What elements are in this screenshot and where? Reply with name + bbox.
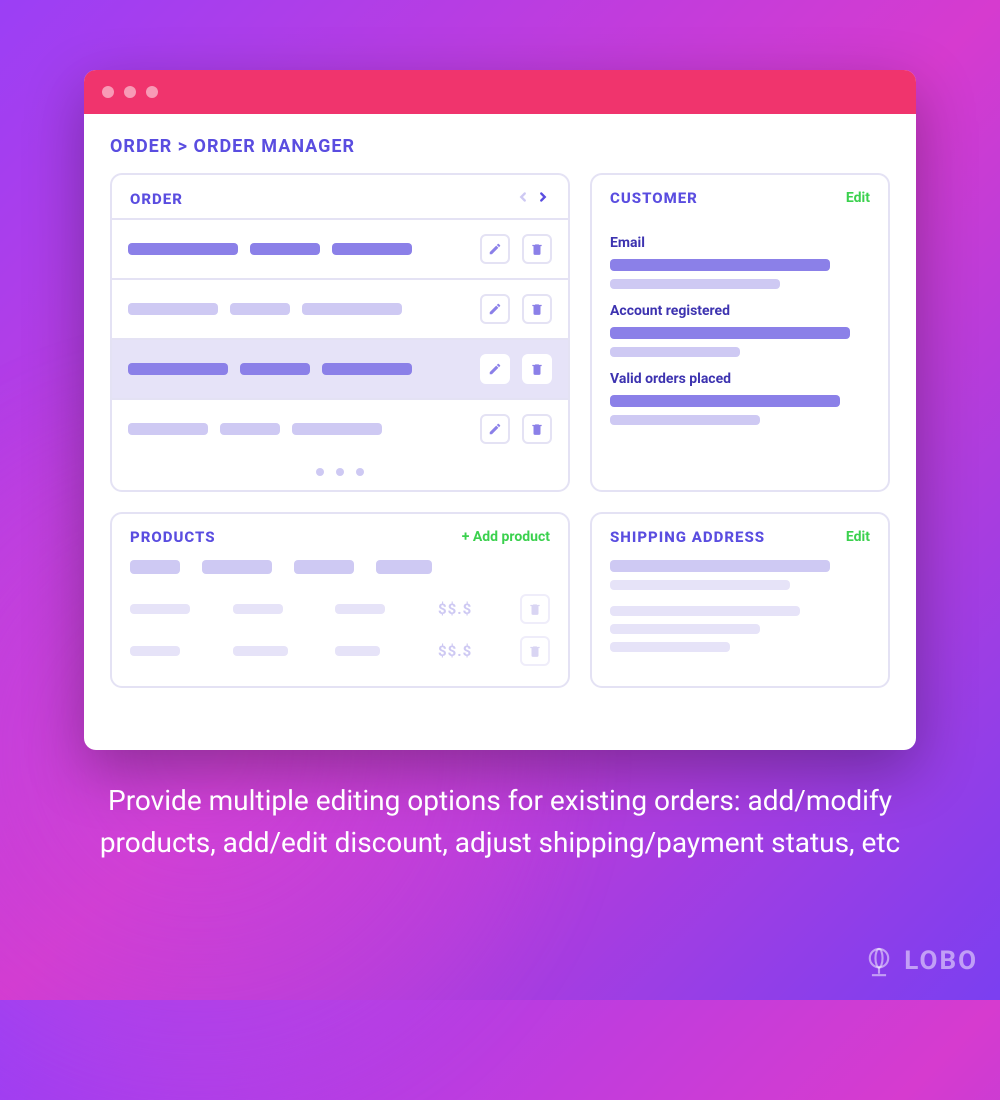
pager-dot[interactable] (356, 468, 364, 476)
pager-dot[interactable] (316, 468, 324, 476)
placeholder-bar (302, 303, 402, 315)
placeholder-bar (130, 646, 180, 656)
order-row[interactable] (112, 218, 568, 278)
breadcrumb: ORDER > ORDER MANAGER (84, 114, 916, 173)
product-row: $$.$ (130, 588, 550, 630)
placeholder-bar (128, 303, 218, 315)
placeholder-bar (332, 243, 412, 255)
placeholder-bar (240, 363, 310, 375)
order-row[interactable] (112, 278, 568, 338)
delete-row-button[interactable] (522, 414, 552, 444)
app-window: ORDER > ORDER MANAGER ORDER (84, 70, 916, 750)
placeholder-bar (130, 560, 180, 574)
shipping-card: SHIPPING ADDRESS Edit (590, 512, 890, 688)
placeholder-bar (233, 646, 288, 656)
window-dot (124, 86, 136, 98)
placeholder-bar (250, 243, 320, 255)
order-title: ORDER (130, 190, 183, 208)
customer-account-label: Account registered (610, 303, 870, 319)
window-dot (102, 86, 114, 98)
placeholder-bar (294, 560, 354, 574)
marketing-caption: Provide multiple editing options for exi… (60, 780, 940, 864)
placeholder-bar (220, 423, 280, 435)
products-title: PRODUCTS (130, 528, 216, 546)
order-row[interactable] (112, 398, 568, 458)
add-product-button[interactable]: + Add product (462, 529, 550, 545)
placeholder-bar (610, 624, 760, 634)
placeholder-bar (322, 363, 412, 375)
placeholder-bar (610, 606, 800, 616)
window-dot (146, 86, 158, 98)
delete-row-button[interactable] (522, 234, 552, 264)
product-row: $$.$ (130, 630, 550, 672)
edit-row-button[interactable] (480, 294, 510, 324)
placeholder-bar (292, 423, 382, 435)
product-price: $$.$ (438, 600, 498, 618)
order-pager (112, 458, 568, 490)
placeholder-bar (335, 646, 380, 656)
delete-product-button[interactable] (520, 636, 550, 666)
placeholder-bar (610, 395, 840, 407)
placeholder-bar (130, 604, 190, 614)
shipping-edit-button[interactable]: Edit (846, 529, 870, 545)
customer-edit-button[interactable]: Edit (846, 190, 870, 206)
placeholder-bar (610, 347, 740, 357)
customer-email-label: Email (610, 235, 870, 251)
placeholder-bar (610, 580, 790, 590)
customer-title: CUSTOMER (610, 189, 698, 207)
placeholder-bar (128, 363, 228, 375)
delete-row-button[interactable] (522, 294, 552, 324)
order-next-button[interactable] (536, 189, 550, 208)
order-prev-button[interactable] (516, 189, 530, 208)
delete-row-button[interactable] (522, 354, 552, 384)
placeholder-bar (335, 604, 385, 614)
brand-logo: LOBO (862, 944, 978, 978)
edit-row-button[interactable] (480, 414, 510, 444)
placeholder-bar (230, 303, 290, 315)
placeholder-bar (610, 259, 830, 271)
delete-product-button[interactable] (520, 594, 550, 624)
pager-dot[interactable] (336, 468, 344, 476)
order-card: ORDER (110, 173, 570, 492)
placeholder-bar (610, 415, 760, 425)
edit-row-button[interactable] (480, 234, 510, 264)
products-card: PRODUCTS + Add product $$.$ (110, 512, 570, 688)
placeholder-bar (233, 604, 283, 614)
customer-card: CUSTOMER Edit Email Account registered V… (590, 173, 890, 492)
titlebar (84, 70, 916, 114)
placeholder-bar (128, 423, 208, 435)
placeholder-bar (128, 243, 238, 255)
edit-row-button[interactable] (480, 354, 510, 384)
customer-valid-orders-label: Valid orders placed (610, 371, 870, 387)
placeholder-bar (610, 642, 730, 652)
placeholder-bar (610, 279, 780, 289)
order-row-selected[interactable] (112, 338, 568, 398)
placeholder-bar (202, 560, 272, 574)
product-price: $$.$ (438, 642, 498, 660)
placeholder-bar (610, 560, 830, 572)
placeholder-bar (376, 560, 432, 574)
shipping-title: SHIPPING ADDRESS (610, 528, 765, 546)
placeholder-bar (610, 327, 850, 339)
